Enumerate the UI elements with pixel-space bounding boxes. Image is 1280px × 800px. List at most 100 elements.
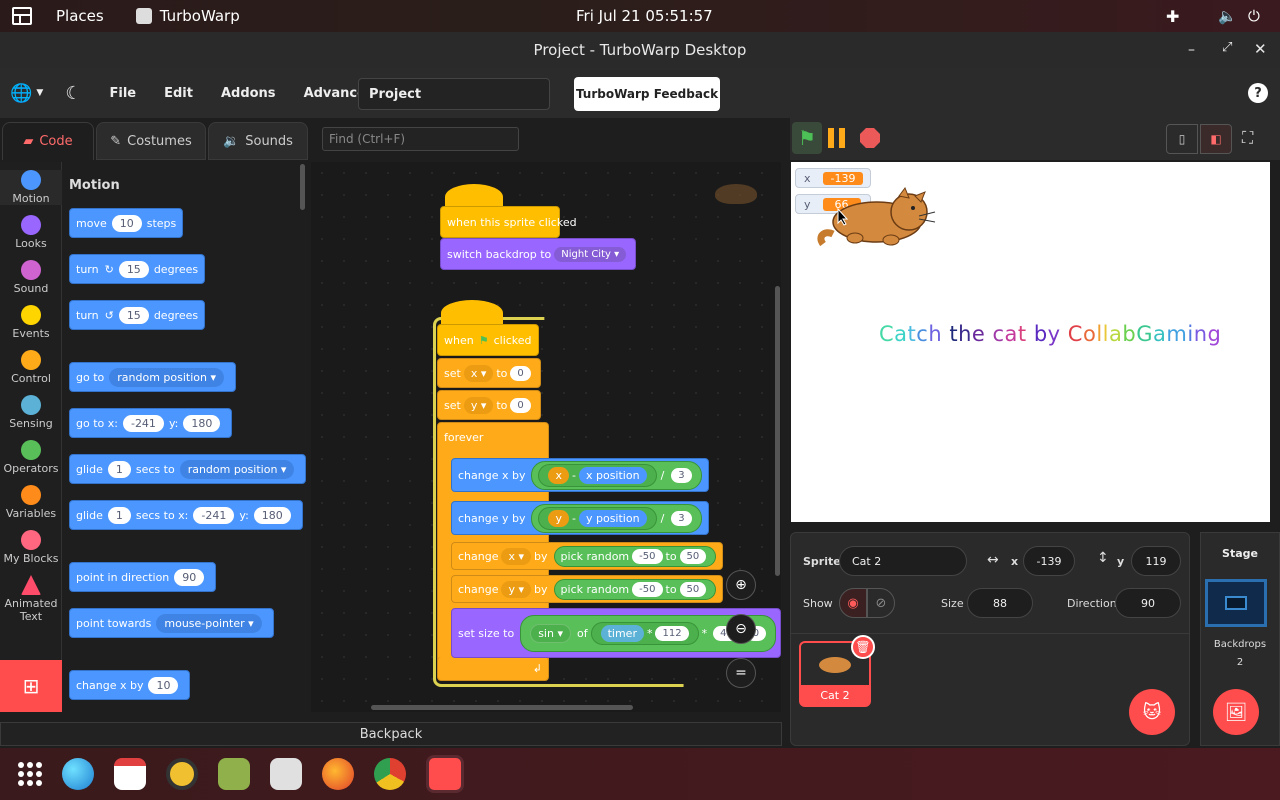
add-extension-button[interactable]: ⊞: [0, 660, 62, 712]
block-dropdown[interactable]: random position ▾: [179, 459, 295, 479]
tab-sounds[interactable]: 🔉 Sounds: [208, 122, 308, 160]
sprite-y-input[interactable]: 119: [1131, 546, 1181, 576]
timer-reporter[interactable]: timer: [600, 624, 644, 642]
minimize-icon[interactable]: –: [1188, 42, 1195, 58]
small-stage-button[interactable]: ▯: [1166, 124, 1198, 154]
block-change-x[interactable]: change x by 10: [69, 670, 191, 700]
tab-costumes[interactable]: ✎ Costumes: [96, 122, 206, 160]
block-turn-right[interactable]: turn ↻ 15 degrees: [69, 254, 206, 284]
block-change-y-by[interactable]: change y by y - y position / 3: [451, 501, 709, 535]
variable-reporter[interactable]: y: [548, 509, 569, 527]
palette-scrollbar[interactable]: [300, 164, 305, 210]
category-looks[interactable]: Looks: [0, 215, 62, 250]
places-menu[interactable]: Places: [56, 7, 104, 25]
zoom-in-button[interactable]: ⊕: [726, 570, 756, 600]
show-visible-button[interactable]: ◉: [839, 588, 867, 618]
chevron-down-icon[interactable]: ▼: [36, 88, 43, 98]
browser-globe-icon[interactable]: [62, 758, 94, 790]
stop-button[interactable]: [860, 128, 880, 148]
block-input[interactable]: 90: [174, 568, 205, 586]
operator-timer-multiply[interactable]: timer * 112: [590, 621, 699, 645]
software-store-icon[interactable]: [270, 758, 302, 790]
block-change-var-y[interactable]: change y ▾ by pick random -50 to 50: [451, 575, 724, 603]
block-input[interactable]: 3: [671, 467, 692, 483]
menu-addons[interactable]: Addons: [221, 86, 276, 101]
variable-reporter[interactable]: x: [548, 466, 569, 484]
block-change-var-x[interactable]: change x ▾ by pick random -50 to 50: [451, 542, 724, 570]
cat-sprite[interactable]: [815, 186, 937, 256]
block-input[interactable]: -50: [632, 548, 663, 564]
block-input[interactable]: -241: [122, 414, 164, 432]
operator-minus[interactable]: y - y position: [538, 506, 657, 530]
block-input[interactable]: 10: [111, 214, 142, 232]
stage-selector-pane[interactable]: Stage Backdrops 2 🖼: [1200, 532, 1280, 746]
block-input[interactable]: 0: [510, 397, 531, 413]
add-sprite-button[interactable]: 🐱: [1129, 689, 1175, 735]
block-input[interactable]: 50: [679, 581, 707, 597]
help-icon[interactable]: ?: [1248, 83, 1268, 103]
block-move-steps[interactable]: move 10 steps: [69, 208, 184, 238]
add-backdrop-button[interactable]: 🖼: [1213, 689, 1259, 735]
zoom-reset-button[interactable]: =: [726, 658, 756, 688]
y-position-reporter[interactable]: y position: [578, 509, 647, 527]
block-dropdown[interactable]: random position ▾: [109, 367, 225, 387]
fullscreen-icon[interactable]: ⛶: [1242, 128, 1253, 148]
block-input[interactable]: 1: [107, 460, 131, 478]
delete-sprite-button[interactable]: 🗑: [851, 635, 875, 659]
menu-edit[interactable]: Edit: [164, 86, 193, 101]
operator-pick-random[interactable]: pick random -50 to 50: [553, 578, 717, 600]
green-flag-button[interactable]: ⚑: [792, 122, 822, 154]
globe-icon[interactable]: 🌐: [10, 83, 32, 104]
backpack-bar[interactable]: Backpack: [0, 722, 782, 746]
variable-dropdown[interactable]: x ▾: [501, 547, 532, 565]
block-when-flag-clicked[interactable]: when ⚑ clicked: [437, 324, 539, 356]
block-glide-to[interactable]: glide 1 secs to random position ▾: [69, 454, 307, 484]
pause-button[interactable]: [828, 128, 848, 148]
variable-dropdown[interactable]: x ▾: [463, 364, 494, 382]
block-glide-to-xy[interactable]: glide 1 secs to x: -241 y: 180: [69, 500, 303, 530]
stage-canvas[interactable]: x -139 y 66 Catch the cat by CollabGamin…: [791, 162, 1270, 522]
block-input[interactable]: 3: [671, 510, 692, 526]
block-turn-left[interactable]: turn ↺ 15 degrees: [69, 300, 206, 330]
block-input[interactable]: 112: [655, 625, 689, 641]
block-change-x-by[interactable]: change x by x - x position / 3: [451, 458, 709, 492]
category-variables[interactable]: Variables: [0, 485, 62, 520]
block-dropdown[interactable]: mouse-pointer ▾: [156, 613, 262, 633]
sprite-x-input[interactable]: -139: [1023, 546, 1075, 576]
block-switch-backdrop[interactable]: switch backdrop to Night City ▾: [440, 238, 637, 270]
x-position-reporter[interactable]: x position: [578, 466, 647, 484]
block-set-x[interactable]: set x ▾ to 0: [437, 358, 541, 388]
backdrop-thumbnail[interactable]: [1205, 579, 1267, 627]
horizontal-scrollbar[interactable]: [371, 705, 633, 710]
block-point-direction[interactable]: point in direction 90: [69, 562, 217, 592]
block-input[interactable]: -50: [632, 581, 663, 597]
operator-divide[interactable]: y - y position / 3: [531, 503, 702, 533]
zoom-out-button[interactable]: ⊖: [726, 614, 756, 644]
dark-mode-moon-icon[interactable]: ☾: [65, 83, 81, 104]
block-go-to-xy[interactable]: go to x: -241 y: 180: [69, 408, 233, 438]
project-title-input[interactable]: Project: [358, 78, 550, 110]
music-player-icon[interactable]: [166, 758, 198, 790]
calendar-icon[interactable]: [114, 758, 146, 790]
category-operators[interactable]: Operators: [0, 440, 62, 475]
maximize-icon[interactable]: ⤢: [1222, 40, 1232, 55]
turbowarp-dock-icon[interactable]: [426, 755, 464, 793]
category-sound[interactable]: Sound: [0, 260, 62, 295]
math-function-dropdown[interactable]: sin ▾: [530, 623, 571, 643]
active-app-name[interactable]: TurboWarp: [160, 7, 240, 25]
block-input[interactable]: 0: [510, 365, 531, 381]
clock[interactable]: Fri Jul 21 05:51:57: [576, 7, 713, 25]
power-icon[interactable]: ⏻: [1248, 7, 1260, 25]
category-my-blocks[interactable]: My Blocks: [0, 530, 62, 565]
sprite-direction-input[interactable]: 90: [1115, 588, 1181, 618]
block-input[interactable]: 10: [148, 676, 179, 694]
block-input[interactable]: 15: [118, 306, 149, 324]
volume-icon[interactable]: 🔈: [1218, 7, 1237, 25]
extensions-icon[interactable]: ✚: [1166, 7, 1179, 26]
variable-dropdown[interactable]: y ▾: [501, 580, 532, 598]
normal-stage-button[interactable]: ◧: [1200, 124, 1232, 154]
sprite-size-input[interactable]: 88: [967, 588, 1033, 618]
find-input[interactable]: Find (Ctrl+F): [322, 127, 519, 151]
category-control[interactable]: Control: [0, 350, 62, 385]
category-events[interactable]: Events: [0, 305, 62, 340]
